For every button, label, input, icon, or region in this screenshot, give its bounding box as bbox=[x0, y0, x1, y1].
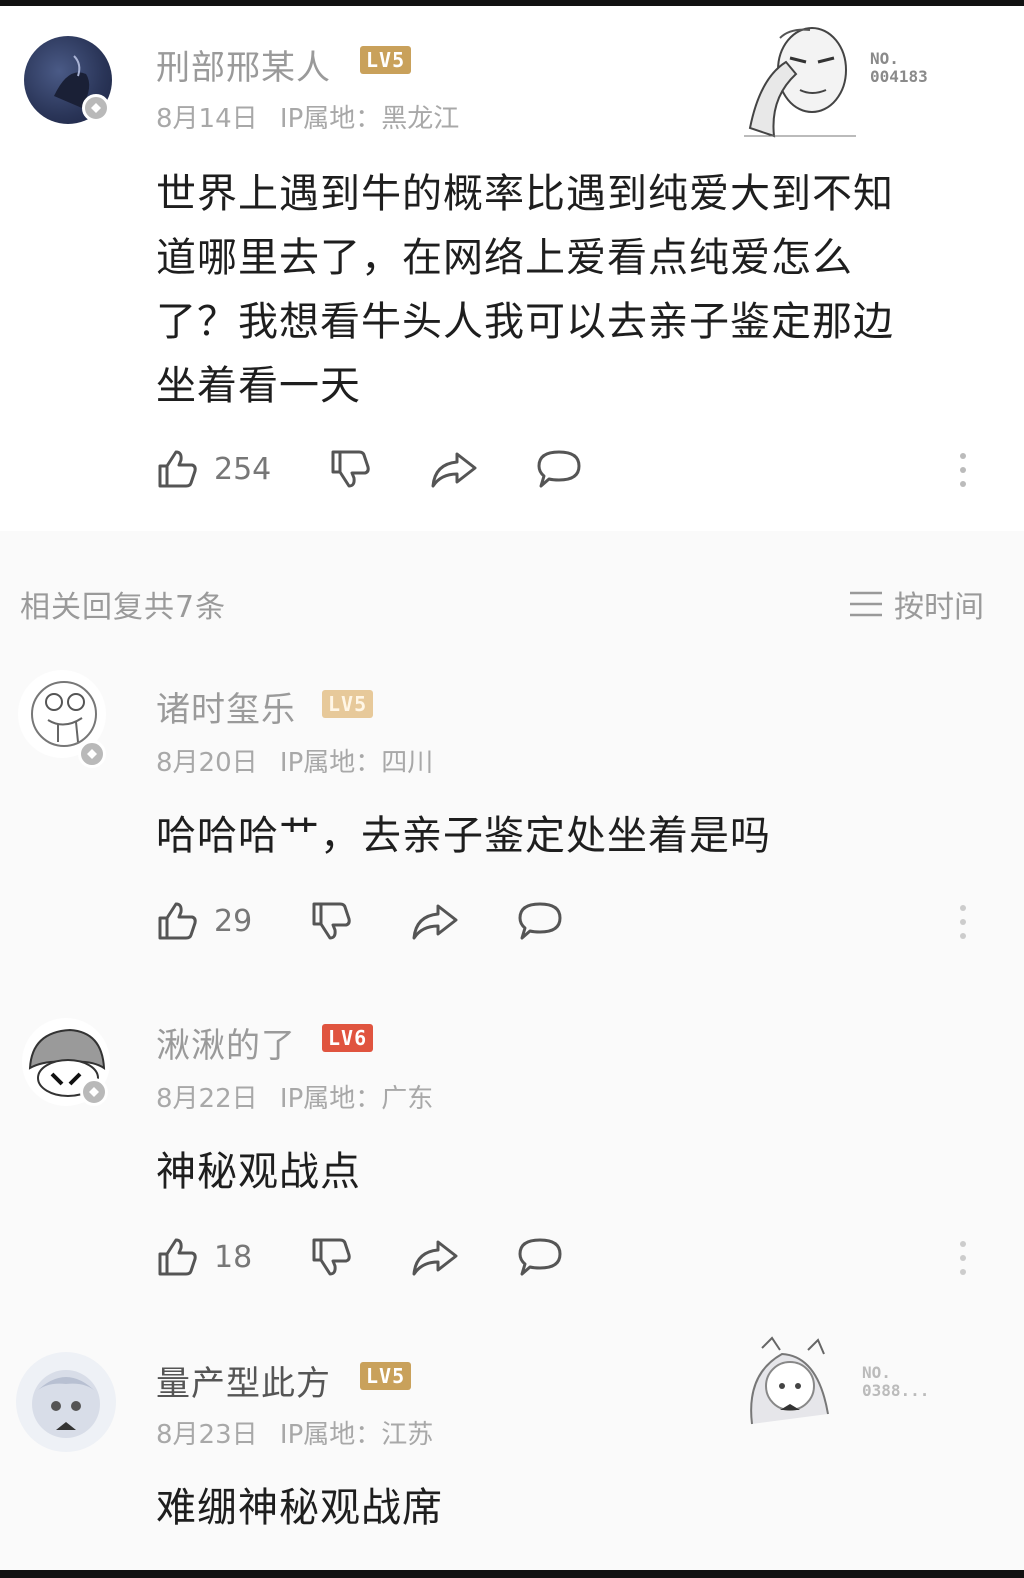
thumbs-down-icon bbox=[331, 450, 370, 488]
sort-icon bbox=[850, 591, 882, 617]
reply-button[interactable] bbox=[535, 446, 583, 492]
share-icon bbox=[431, 452, 477, 488]
share-icon bbox=[412, 1240, 458, 1276]
reply-date: 8月20日 bbox=[156, 748, 258, 778]
anime-girl-decor-icon bbox=[750, 1336, 829, 1425]
replies-count: 相关回复共7条 bbox=[20, 590, 227, 625]
like-count: 254 bbox=[214, 451, 272, 487]
reply-button[interactable] bbox=[516, 898, 564, 944]
thumbs-up-icon bbox=[158, 1238, 197, 1276]
reply-ip: IP属地：江苏 bbox=[279, 1420, 434, 1450]
avatar-anime-icon bbox=[32, 1370, 100, 1438]
reply-date: 8月23日 bbox=[156, 1420, 258, 1450]
main-comment-text-line: 道哪里去了，在网络上爱看点纯爱怎么 bbox=[156, 235, 853, 281]
reply-actions: 18 bbox=[154, 1232, 564, 1282]
reply-text: 神秘观战点 bbox=[156, 1149, 361, 1195]
decor-no-label: NO. bbox=[862, 1363, 891, 1382]
reply-button[interactable] bbox=[516, 1234, 564, 1280]
reply-meta: 8月22日 IP属地：广东 bbox=[156, 1078, 447, 1115]
avatar-badge-icon bbox=[82, 94, 110, 122]
thumbs-up-icon bbox=[158, 450, 197, 488]
dislike-button[interactable] bbox=[308, 898, 354, 944]
comment-icon bbox=[518, 902, 562, 940]
decor-no-label: NO. bbox=[870, 49, 899, 68]
reply-username[interactable]: 湫湫的了 bbox=[156, 1018, 296, 1067]
main-comment-level-badge: LV5 bbox=[360, 46, 412, 74]
avatar-reply-3[interactable] bbox=[16, 1352, 116, 1452]
main-comment-text: 世界上遇到牛的概率比遇到纯爱大到不知 道哪里去了，在网络上爱看点纯爱怎么 了？我… bbox=[156, 162, 976, 418]
reply-decor-no: NO. 0388... bbox=[862, 1364, 929, 1400]
sketch-face-decor-icon bbox=[744, 27, 856, 138]
main-comment-text-line: 坐着看一天 bbox=[156, 363, 361, 409]
dislike-button[interactable] bbox=[327, 446, 373, 492]
main-comment-actions: 254 bbox=[154, 444, 583, 494]
thumbs-up-icon bbox=[158, 902, 197, 940]
main-comment-ip: IP属地：黑龙江 bbox=[279, 104, 460, 134]
reply-ip: IP属地：四川 bbox=[279, 748, 434, 778]
like-button[interactable]: 29 bbox=[154, 898, 252, 944]
reply-level-badge: LV5 bbox=[322, 690, 374, 718]
main-comment-text-line: 了？我想看牛头人我可以去亲子鉴定那边 bbox=[156, 299, 894, 345]
reply-username[interactable]: 量产型此方 bbox=[156, 1356, 331, 1405]
sort-label: 按时间 bbox=[894, 590, 984, 625]
comment-thread-screen: 刑部邢某人 LV5 8月14日 IP属地：黑龙江 NO. 004183 世界上遇… bbox=[0, 0, 1024, 1578]
main-comment-date: 8月14日 bbox=[156, 104, 258, 134]
dislike-button[interactable] bbox=[308, 1234, 354, 1280]
main-comment-card: 刑部邢某人 LV5 8月14日 IP属地：黑龙江 NO. 004183 世界上遇… bbox=[0, 6, 1024, 531]
reply-decor-card: NO. 0388... bbox=[732, 1334, 929, 1430]
avatar-badge-icon bbox=[78, 740, 106, 768]
reply-level-badge: LV5 bbox=[360, 1362, 412, 1390]
like-button[interactable]: 18 bbox=[154, 1234, 252, 1280]
like-count: 18 bbox=[214, 1239, 253, 1275]
reply-meta: 8月20日 IP属地：四川 bbox=[156, 742, 447, 779]
like-button[interactable]: 254 bbox=[154, 446, 271, 492]
more-icon[interactable] bbox=[958, 450, 968, 490]
reply-level-badge: LV6 bbox=[322, 1024, 374, 1052]
reply-text: 哈哈哈艹，去亲子鉴定处坐着是吗 bbox=[156, 813, 771, 859]
thumbs-down-icon bbox=[312, 1238, 351, 1276]
avatar-badge-icon bbox=[80, 1078, 108, 1106]
reply-actions: 29 bbox=[154, 896, 564, 946]
share-icon bbox=[412, 904, 458, 940]
reply-text: 难绷神秘观战席 bbox=[156, 1485, 443, 1531]
main-comment-text-line: 世界上遇到牛的概率比遇到纯爱大到不知 bbox=[156, 171, 894, 217]
share-button[interactable] bbox=[410, 898, 460, 944]
decor-no-value: 004183 bbox=[870, 67, 928, 86]
sort-button[interactable]: 按时间 bbox=[848, 582, 984, 626]
share-button[interactable] bbox=[429, 446, 479, 492]
reply-date: 8月22日 bbox=[156, 1084, 258, 1114]
decor-no-value: 0388... bbox=[862, 1381, 930, 1400]
main-comment-meta: 8月14日 IP属地：黑龙江 bbox=[156, 98, 473, 135]
reply-ip: IP属地：广东 bbox=[279, 1084, 434, 1114]
main-comment-decor-no: NO. 004183 bbox=[870, 50, 928, 86]
share-button[interactable] bbox=[410, 1234, 460, 1280]
reply-username[interactable]: 诸时玺乐 bbox=[156, 682, 296, 731]
reply-meta: 8月23日 IP属地：江苏 bbox=[156, 1414, 447, 1451]
main-comment-decor-card: NO. 004183 bbox=[730, 18, 928, 138]
comment-icon bbox=[518, 1238, 562, 1276]
like-count: 29 bbox=[214, 903, 253, 939]
comment-icon bbox=[537, 450, 581, 488]
more-icon[interactable] bbox=[958, 902, 968, 942]
main-comment-username[interactable]: 刑部邢某人 bbox=[156, 40, 331, 89]
thumbs-down-icon bbox=[312, 902, 351, 940]
more-icon[interactable] bbox=[958, 1238, 968, 1278]
